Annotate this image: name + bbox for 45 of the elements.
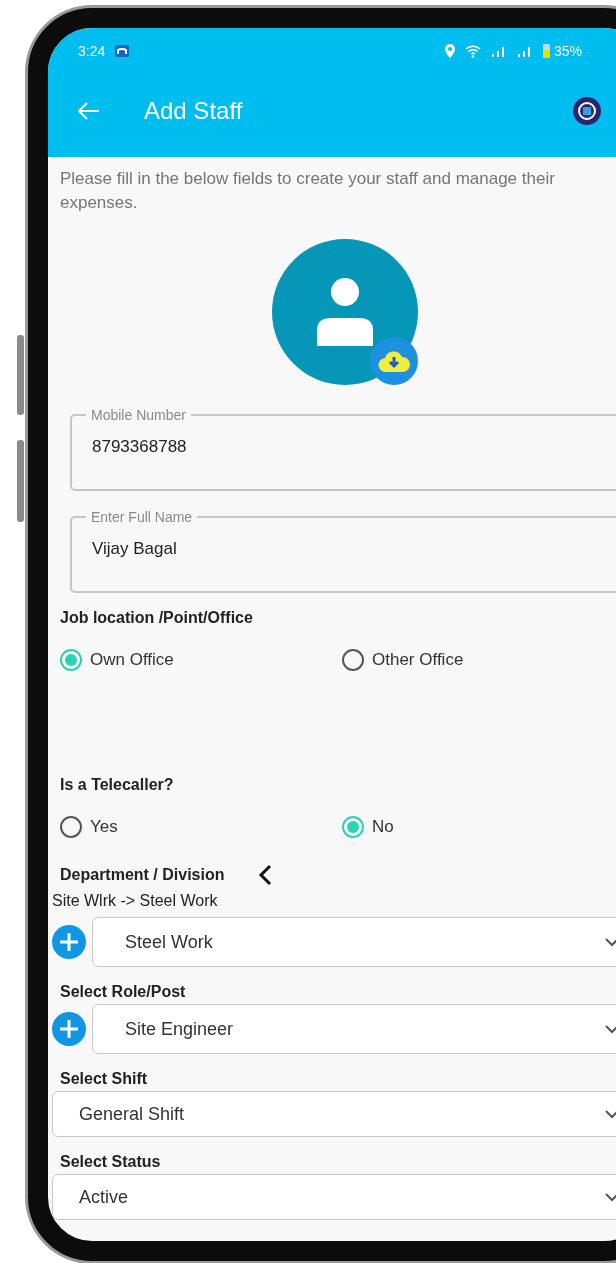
text-field[interactable]: Enter Full Name Vijay Bagal <box>70 509 616 593</box>
radio-option[interactable]: Other Office <box>342 649 616 671</box>
section-heading: Job location /Point/Office <box>60 609 254 627</box>
section-heading: Select Status <box>60 1153 162 1171</box>
dropdown-select[interactable]: Active <box>52 1174 616 1220</box>
breadcrumb-text: Site Wlrk -> Steel Work <box>52 892 219 910</box>
person-icon <box>317 278 373 346</box>
chevron-down-icon <box>605 1109 616 1119</box>
chevron-down-icon <box>605 1192 616 1202</box>
field-input[interactable]: 8793368788 <box>92 437 608 457</box>
chevron-left-icon[interactable] <box>258 864 273 886</box>
app-notification-icon <box>115 45 130 57</box>
field-label: Enter Full Name <box>90 509 194 525</box>
section-heading: Select Shift <box>60 1070 149 1088</box>
radio-option[interactable]: Own Office <box>60 649 342 671</box>
status-time: 3:24 <box>78 43 106 59</box>
wifi-icon <box>464 44 481 58</box>
target-icon[interactable] <box>572 96 602 126</box>
section-heading: Is a Telecaller? <box>60 776 175 794</box>
plus-icon <box>59 1019 79 1039</box>
field-label: Mobile Number <box>90 407 187 423</box>
add-button[interactable] <box>52 1012 86 1046</box>
section-heading: Department / Division <box>60 866 225 884</box>
radio-option[interactable]: No <box>342 816 616 838</box>
chevron-down-icon <box>605 1024 616 1034</box>
location-icon <box>444 44 455 58</box>
back-arrow-icon[interactable] <box>78 102 100 120</box>
dropdown-select[interactable]: General Shift <box>52 1091 616 1137</box>
intro-text: Please fill in the below fields to create your staff and manage their expenses. <box>60 168 556 214</box>
cloud-download-icon <box>378 350 410 372</box>
chevron-down-icon <box>605 937 616 947</box>
radio-option[interactable]: Yes <box>60 816 342 838</box>
add-button[interactable] <box>52 925 86 959</box>
signal-icon <box>490 45 507 57</box>
screen-title: Add Staff <box>144 97 243 125</box>
field-input[interactable]: Vijay Bagal <box>92 539 608 559</box>
signal-icon <box>516 45 533 57</box>
text-field[interactable]: Mobile Number 8793368788 <box>70 407 616 491</box>
battery-icon <box>542 44 550 58</box>
battery-percent: 35% <box>553 43 582 59</box>
dropdown-select[interactable]: Steel Work <box>92 917 616 967</box>
section-heading: Select Role/Post <box>60 983 187 1001</box>
plus-icon <box>59 932 79 952</box>
upload-button[interactable] <box>370 337 418 385</box>
dropdown-select[interactable]: Site Engineer <box>92 1004 616 1054</box>
